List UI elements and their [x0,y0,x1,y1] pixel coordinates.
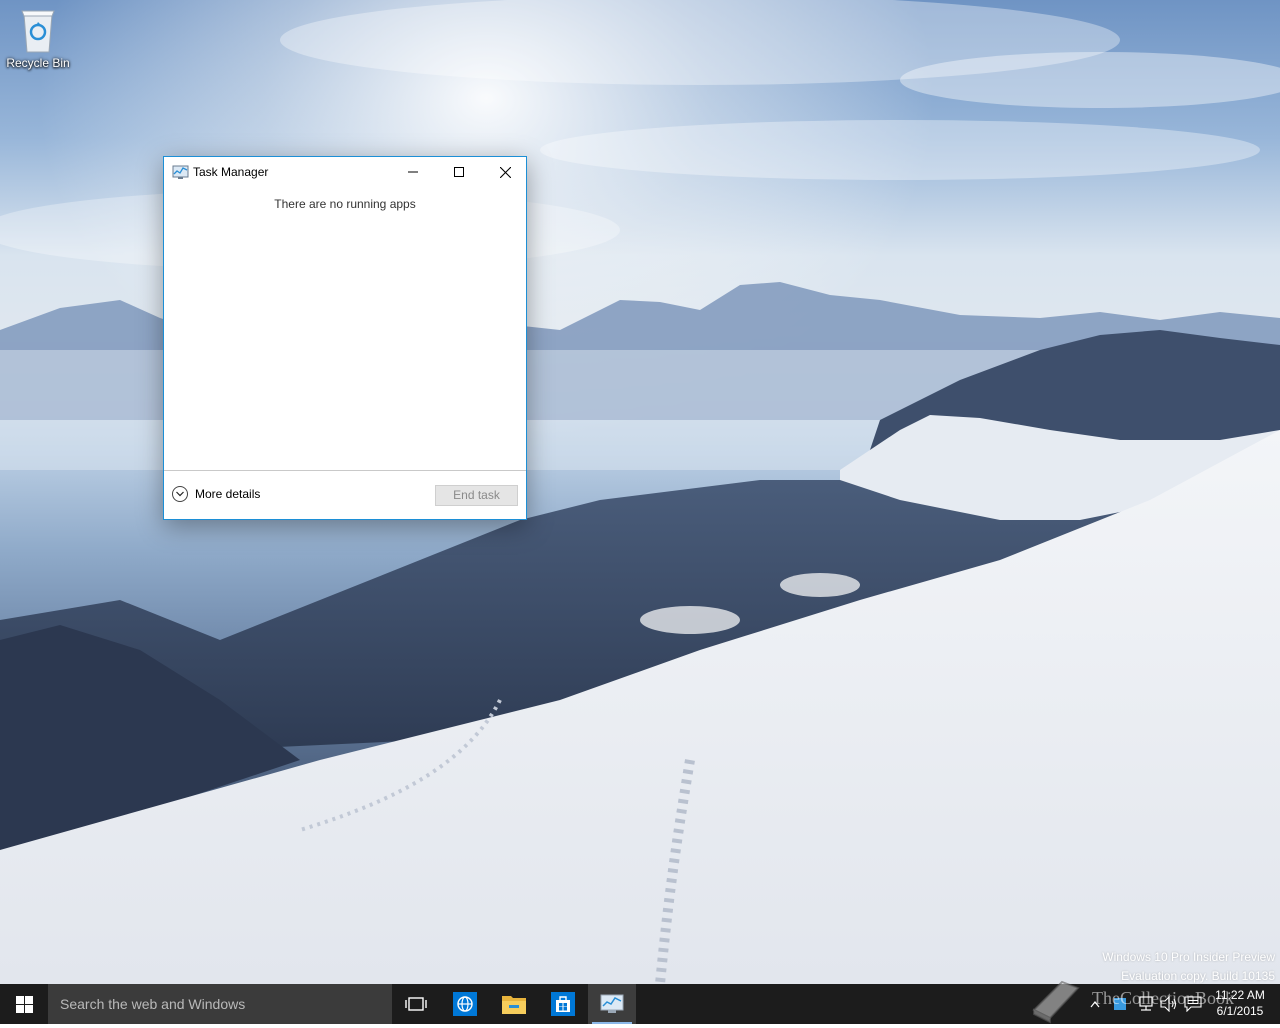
desktop-icon-label: Recycle Bin [6,56,70,70]
more-details-toggle[interactable]: More details [172,486,260,502]
folder-icon [502,996,526,1014]
watermark-build: Evaluation copy. Build 10135 [1121,969,1275,983]
start-button[interactable] [0,984,48,1024]
taskbar-task-view[interactable] [392,984,440,1024]
chevron-down-icon [172,486,188,502]
window-title: Task Manager [193,165,269,179]
empty-apps-message: There are no running apps [274,197,416,211]
taskbar-edge[interactable] [441,984,489,1024]
search-box[interactable]: Search the web and Windows [48,984,392,1024]
build-watermark: Windows 10 Pro Insider Preview Evaluatio… [1102,948,1275,984]
tray-action-center[interactable] [1184,984,1202,1024]
edge-browser-icon [453,992,477,1016]
maximize-button[interactable] [436,157,482,187]
task-view-icon [405,997,427,1011]
end-task-button[interactable]: End task [435,485,518,506]
title-bar[interactable]: Task Manager [164,157,526,187]
task-manager-icon [172,165,189,180]
taskbar-file-explorer[interactable] [490,984,538,1024]
desktop-icon-recycle-bin[interactable]: Recycle Bin [4,8,72,70]
windows-logo-icon [15,995,33,1013]
taskbar-task-manager[interactable] [588,984,636,1024]
taskbar-clock[interactable]: 11:22 AM 6/1/2015 [1204,987,1276,1019]
close-button[interactable] [482,157,528,187]
minimize-icon [408,171,418,173]
chevron-up-icon [1090,1001,1100,1008]
more-details-label: More details [195,487,261,501]
action-center-icon [1184,996,1202,1012]
taskbar-store[interactable] [539,984,587,1024]
recycle-bin-icon [18,8,58,54]
store-icon [551,992,575,1016]
window-footer: More details End task [164,470,526,519]
minimize-button[interactable] [390,157,436,187]
task-manager-window[interactable]: Task Manager There are no running apps M… [163,156,527,520]
tray-volume[interactable] [1160,984,1178,1024]
close-icon [499,166,511,178]
clock-date: 6/1/2015 [1216,1004,1264,1018]
tray-network[interactable] [1137,984,1155,1024]
task-manager-icon [600,994,624,1013]
tray-onedrive[interactable] [1113,984,1127,1024]
notification-app-icon [1114,998,1126,1010]
maximize-icon [454,167,464,177]
tray-overflow-button[interactable] [1090,984,1100,1024]
taskbar: Search the web and Windows 11:22 AM 6/1/… [0,984,1280,1024]
network-icon [1139,996,1153,1011]
watermark-edition: Windows 10 Pro Insider Preview [1102,950,1275,964]
clock-time: 11:22 AM [1215,988,1265,1002]
volume-icon [1160,996,1177,1012]
